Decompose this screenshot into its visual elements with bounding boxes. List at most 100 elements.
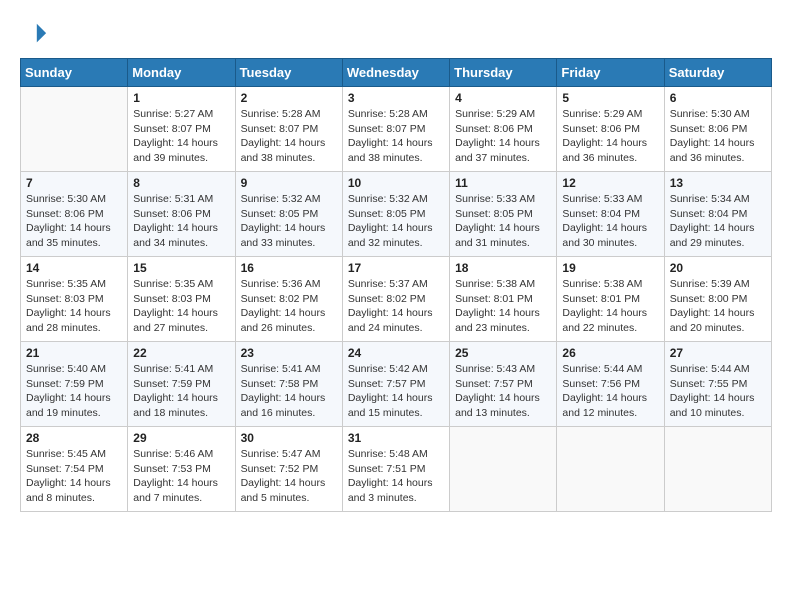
calendar-cell [450,427,557,512]
calendar-cell: 13 Sunrise: 5:34 AM Sunset: 8:04 PM Dayli… [664,172,771,257]
day-number: 8 [133,176,229,190]
day-info: Sunrise: 5:30 AM Sunset: 8:06 PM Dayligh… [26,192,122,251]
calendar-cell [664,427,771,512]
calendar-cell: 17 Sunrise: 5:37 AM Sunset: 8:02 PM Dayli… [342,257,449,342]
calendar-cell: 2Sunrise: 5:28 AM Sunset: 8:07 PM Daylig… [235,87,342,172]
calendar-cell [21,87,128,172]
weekday-header-wednesday: Wednesday [342,59,449,87]
calendar-cell: 31 Sunrise: 5:48 AM Sunset: 7:51 PM Dayli… [342,427,449,512]
calendar-cell: 29 Sunrise: 5:46 AM Sunset: 7:53 PM Dayli… [128,427,235,512]
day-info: Sunrise: 5:45 AM Sunset: 7:54 PM Dayligh… [26,447,122,506]
day-number: 20 [670,261,766,275]
day-info: Sunrise: 5:32 AM Sunset: 8:05 PM Dayligh… [348,192,444,251]
day-number: 18 [455,261,551,275]
day-number: 17 [348,261,444,275]
day-number: 23 [241,346,337,360]
calendar-cell: 27Sunrise: 5:44 AM Sunset: 7:55 PM Dayli… [664,342,771,427]
logo [20,20,52,48]
calendar-table: SundayMondayTuesdayWednesdayThursdayFrid… [20,58,772,512]
calendar-cell: 15 Sunrise: 5:35 AM Sunset: 8:03 PM Dayli… [128,257,235,342]
day-number: 2 [241,91,337,105]
calendar-cell: 3Sunrise: 5:28 AM Sunset: 8:07 PM Daylig… [342,87,449,172]
day-info: Sunrise: 5:44 AM Sunset: 7:56 PM Dayligh… [562,362,658,421]
day-info: Sunrise: 5:29 AM Sunset: 8:06 PM Dayligh… [562,107,658,166]
day-number: 11 [455,176,551,190]
weekday-header-thursday: Thursday [450,59,557,87]
day-info: Sunrise: 5:39 AM Sunset: 8:00 PM Dayligh… [670,277,766,336]
day-number: 5 [562,91,658,105]
calendar-cell: 1 Sunrise: 5:27 AM Sunset: 8:07 PM Daylig… [128,87,235,172]
calendar-cell: 4 Sunrise: 5:29 AM Sunset: 8:06 PM Daylig… [450,87,557,172]
day-number: 14 [26,261,122,275]
day-info: Sunrise: 5:37 AM Sunset: 8:02 PM Dayligh… [348,277,444,336]
day-info: Sunrise: 5:38 AM Sunset: 8:01 PM Dayligh… [455,277,551,336]
day-info: Sunrise: 5:27 AM Sunset: 8:07 PM Dayligh… [133,107,229,166]
day-number: 19 [562,261,658,275]
day-info: Sunrise: 5:41 AM Sunset: 7:59 PM Dayligh… [133,362,229,421]
calendar-cell: 18 Sunrise: 5:38 AM Sunset: 8:01 PM Dayli… [450,257,557,342]
day-info: Sunrise: 5:47 AM Sunset: 7:52 PM Dayligh… [241,447,337,506]
day-info: Sunrise: 5:31 AM Sunset: 8:06 PM Dayligh… [133,192,229,251]
calendar-cell: 28 Sunrise: 5:45 AM Sunset: 7:54 PM Dayli… [21,427,128,512]
day-info: Sunrise: 5:30 AM Sunset: 8:06 PM Dayligh… [670,107,766,166]
weekday-header-saturday: Saturday [664,59,771,87]
calendar-cell: 20 Sunrise: 5:39 AM Sunset: 8:00 PM Dayli… [664,257,771,342]
day-number: 15 [133,261,229,275]
weekday-header-tuesday: Tuesday [235,59,342,87]
calendar-body: 1 Sunrise: 5:27 AM Sunset: 8:07 PM Daylig… [21,87,772,512]
day-info: Sunrise: 5:41 AM Sunset: 7:58 PM Dayligh… [241,362,337,421]
calendar-cell: 25Sunrise: 5:43 AM Sunset: 7:57 PM Dayli… [450,342,557,427]
calendar-cell: 24 Sunrise: 5:42 AM Sunset: 7:57 PM Dayli… [342,342,449,427]
day-number: 25 [455,346,551,360]
day-number: 13 [670,176,766,190]
calendar-week-3: 14 Sunrise: 5:35 AM Sunset: 8:03 PM Dayli… [21,257,772,342]
day-number: 24 [348,346,444,360]
weekday-header-friday: Friday [557,59,664,87]
day-number: 3 [348,91,444,105]
day-number: 7 [26,176,122,190]
calendar-week-2: 7 Sunrise: 5:30 AM Sunset: 8:06 PM Daylig… [21,172,772,257]
day-number: 9 [241,176,337,190]
calendar-cell: 5 Sunrise: 5:29 AM Sunset: 8:06 PM Daylig… [557,87,664,172]
calendar-week-5: 28 Sunrise: 5:45 AM Sunset: 7:54 PM Dayli… [21,427,772,512]
calendar-cell: 23 Sunrise: 5:41 AM Sunset: 7:58 PM Dayli… [235,342,342,427]
weekday-header-monday: Monday [128,59,235,87]
calendar-cell: 8 Sunrise: 5:31 AM Sunset: 8:06 PM Daylig… [128,172,235,257]
weekday-header-row: SundayMondayTuesdayWednesdayThursdayFrid… [21,59,772,87]
calendar-cell: 6Sunrise: 5:30 AM Sunset: 8:06 PM Daylig… [664,87,771,172]
calendar-cell: 26 Sunrise: 5:44 AM Sunset: 7:56 PM Dayli… [557,342,664,427]
calendar-cell: 9Sunrise: 5:32 AM Sunset: 8:05 PM Daylig… [235,172,342,257]
calendar-cell: 7 Sunrise: 5:30 AM Sunset: 8:06 PM Daylig… [21,172,128,257]
day-number: 16 [241,261,337,275]
calendar-cell: 30Sunrise: 5:47 AM Sunset: 7:52 PM Dayli… [235,427,342,512]
day-info: Sunrise: 5:34 AM Sunset: 8:04 PM Dayligh… [670,192,766,251]
calendar-cell: 12Sunrise: 5:33 AM Sunset: 8:04 PM Dayli… [557,172,664,257]
day-info: Sunrise: 5:38 AM Sunset: 8:01 PM Dayligh… [562,277,658,336]
calendar-cell: 14 Sunrise: 5:35 AM Sunset: 8:03 PM Dayli… [21,257,128,342]
day-info: Sunrise: 5:46 AM Sunset: 7:53 PM Dayligh… [133,447,229,506]
calendar-header: SundayMondayTuesdayWednesdayThursdayFrid… [21,59,772,87]
day-info: Sunrise: 5:35 AM Sunset: 8:03 PM Dayligh… [26,277,122,336]
day-number: 28 [26,431,122,445]
day-number: 31 [348,431,444,445]
calendar-cell: 11 Sunrise: 5:33 AM Sunset: 8:05 PM Dayli… [450,172,557,257]
day-info: Sunrise: 5:48 AM Sunset: 7:51 PM Dayligh… [348,447,444,506]
day-number: 4 [455,91,551,105]
page-header [20,20,772,48]
day-info: Sunrise: 5:42 AM Sunset: 7:57 PM Dayligh… [348,362,444,421]
day-info: Sunrise: 5:29 AM Sunset: 8:06 PM Dayligh… [455,107,551,166]
calendar-cell: 16 Sunrise: 5:36 AM Sunset: 8:02 PM Dayli… [235,257,342,342]
day-info: Sunrise: 5:35 AM Sunset: 8:03 PM Dayligh… [133,277,229,336]
calendar-cell: 21Sunrise: 5:40 AM Sunset: 7:59 PM Dayli… [21,342,128,427]
calendar-week-1: 1 Sunrise: 5:27 AM Sunset: 8:07 PM Daylig… [21,87,772,172]
day-number: 22 [133,346,229,360]
day-number: 1 [133,91,229,105]
day-number: 26 [562,346,658,360]
day-number: 29 [133,431,229,445]
calendar-week-4: 21Sunrise: 5:40 AM Sunset: 7:59 PM Dayli… [21,342,772,427]
logo-icon [20,20,48,48]
day-info: Sunrise: 5:33 AM Sunset: 8:05 PM Dayligh… [455,192,551,251]
day-info: Sunrise: 5:36 AM Sunset: 8:02 PM Dayligh… [241,277,337,336]
day-number: 12 [562,176,658,190]
calendar-cell: 22 Sunrise: 5:41 AM Sunset: 7:59 PM Dayli… [128,342,235,427]
